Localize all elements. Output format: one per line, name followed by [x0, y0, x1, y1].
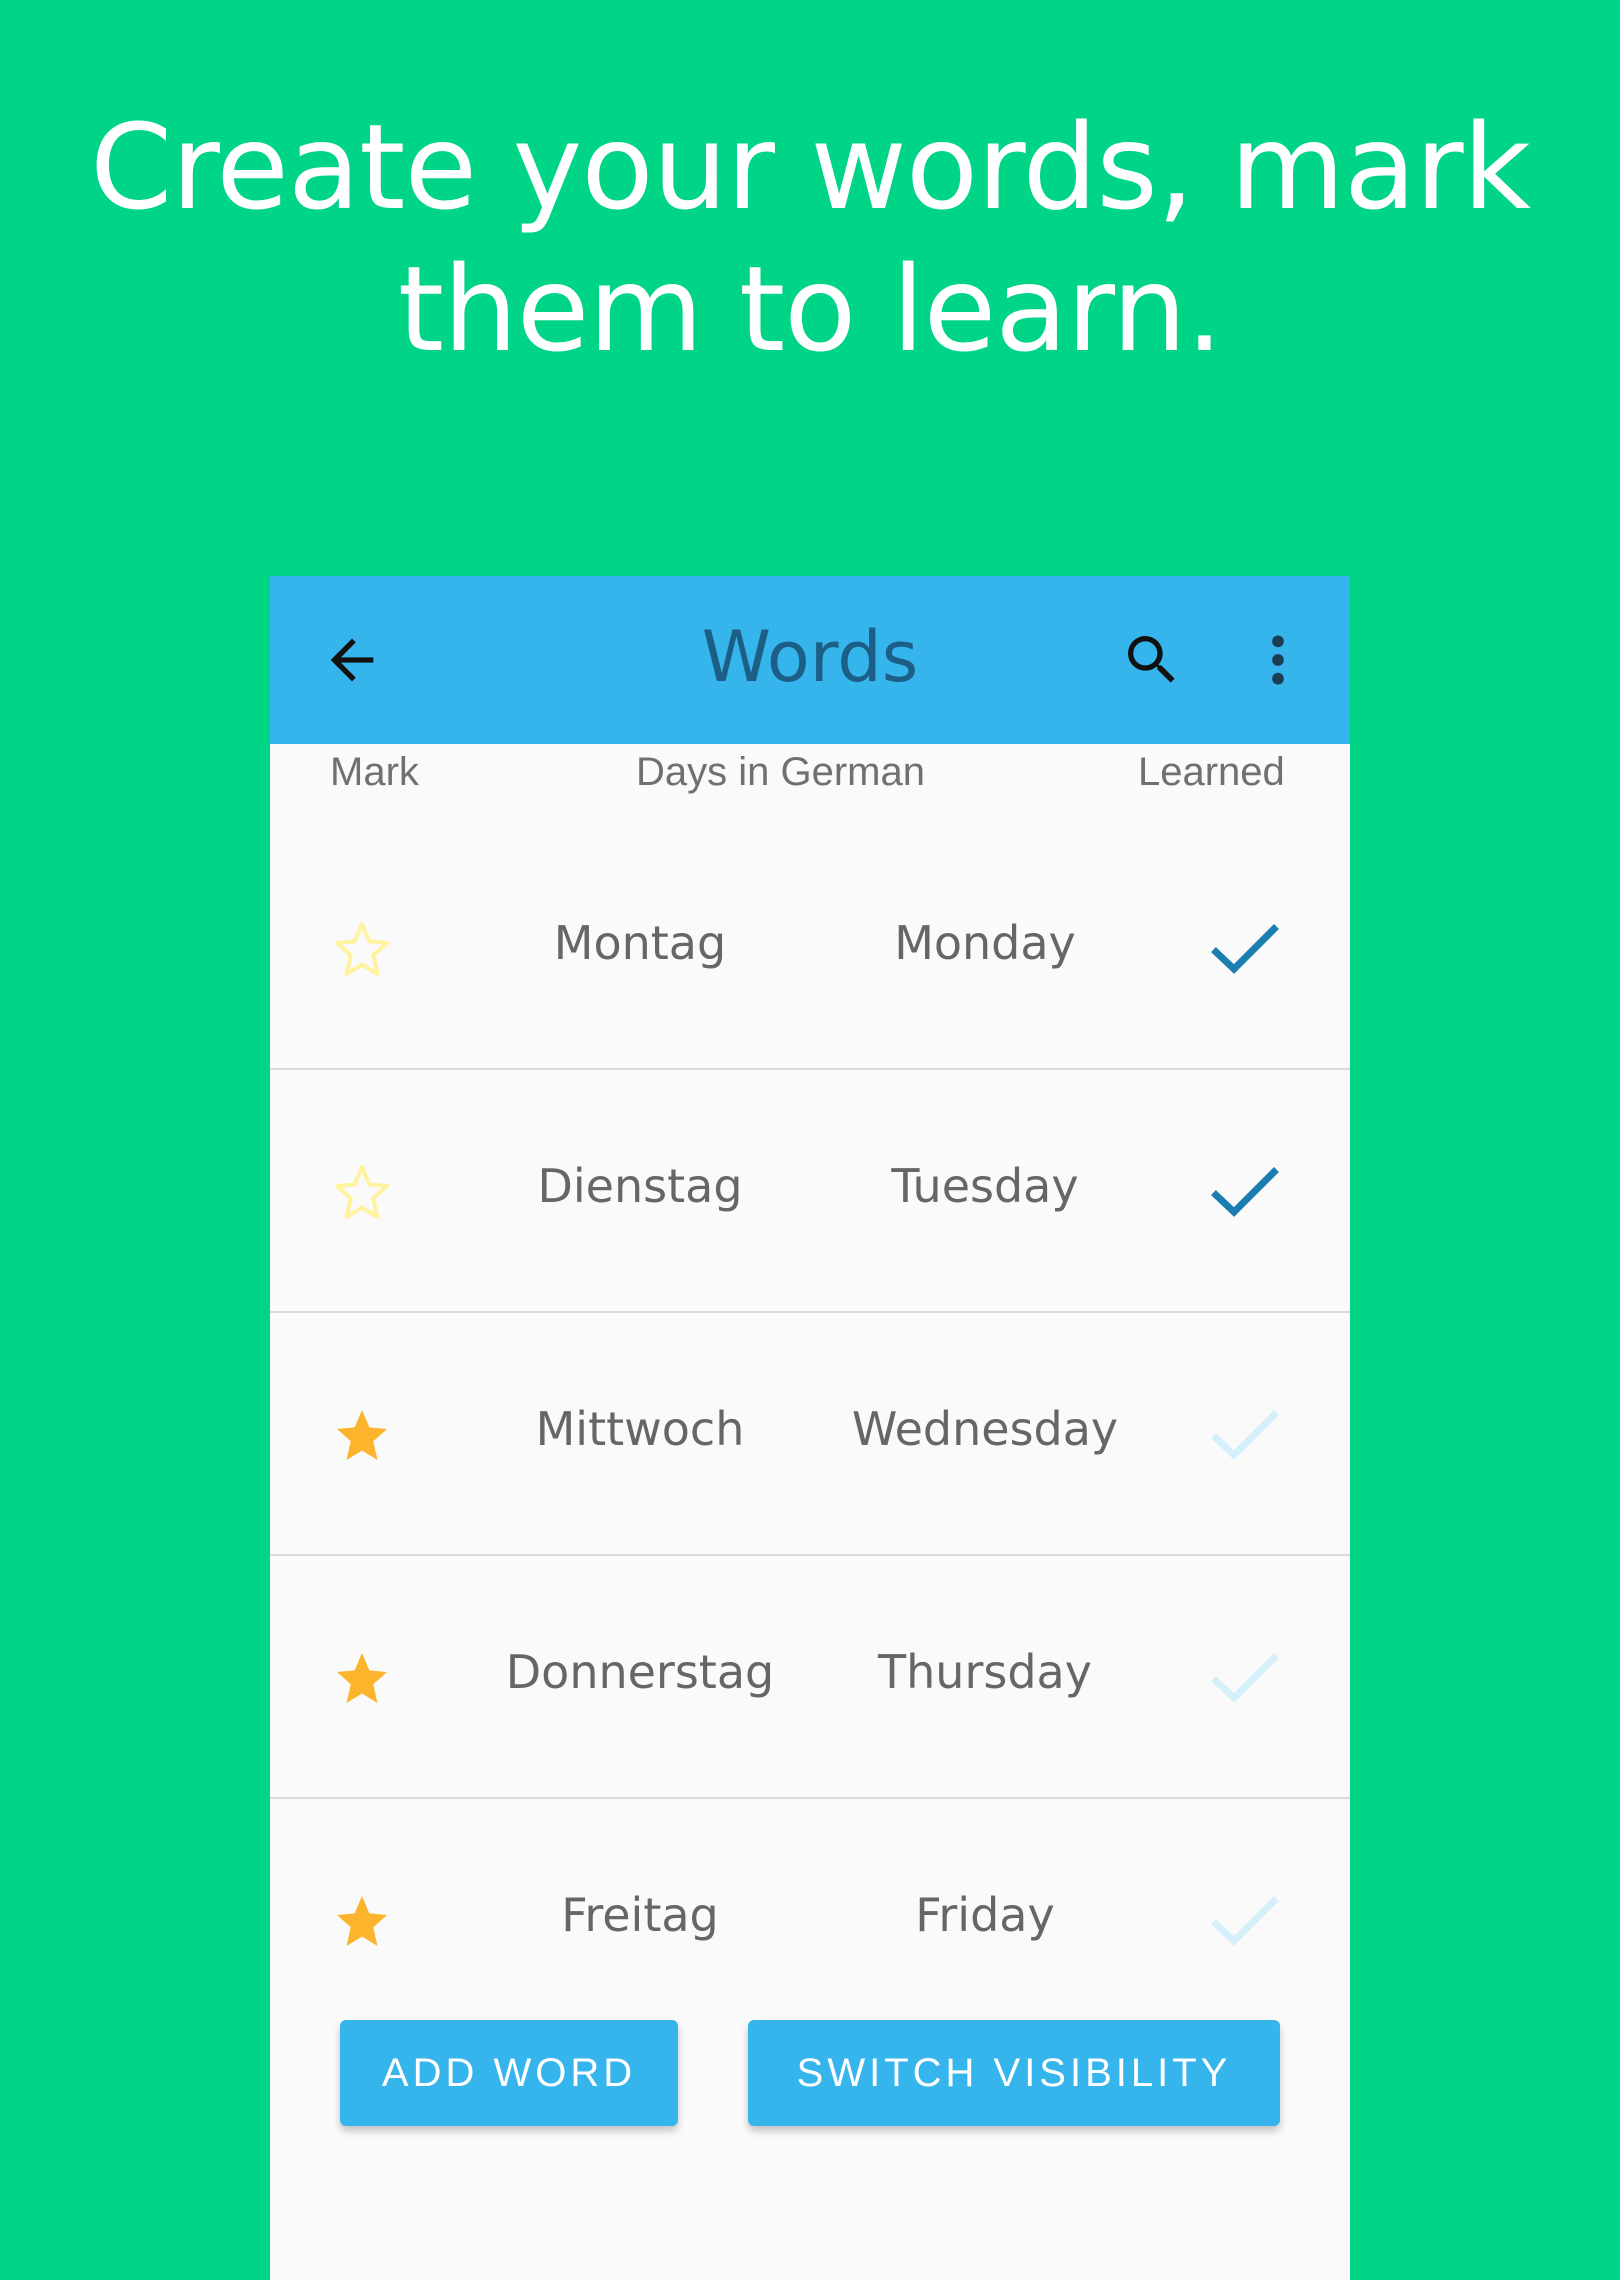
english-word: Monday	[894, 916, 1076, 970]
list-item[interactable]: Donnerstag Thursday	[270, 1555, 1350, 1799]
german-word: Dienstag	[537, 1159, 743, 1213]
german-word: Donnerstag	[505, 1645, 775, 1699]
app-bar: Words	[270, 576, 1350, 744]
app-screen: Words Mark Days in German Learned Montag…	[270, 576, 1350, 2280]
english-word: Thursday	[878, 1645, 1092, 1699]
german-word: Mittwoch	[535, 1402, 745, 1456]
checkmark-icon[interactable]	[1210, 1165, 1280, 1219]
column-header-list-name: Days in German	[636, 750, 925, 794]
star-outline-icon[interactable]	[332, 1162, 392, 1222]
page-title: Words	[701, 616, 919, 698]
german-word: Freitag	[561, 1888, 719, 1942]
list-item[interactable]: Dienstag Tuesday	[270, 1069, 1350, 1313]
star-filled-icon[interactable]	[332, 1405, 392, 1465]
checkmark-icon[interactable]	[1210, 922, 1280, 976]
column-header-mark: Mark	[330, 750, 419, 794]
checkmark-icon[interactable]	[1210, 1651, 1280, 1705]
english-word: Tuesday	[891, 1159, 1079, 1213]
english-word: Wednesday	[851, 1402, 1119, 1456]
star-outline-icon[interactable]	[332, 919, 392, 979]
headline-line-2: them to learn.	[397, 240, 1224, 378]
column-header-learned: Learned	[1138, 750, 1285, 794]
more-vertical-icon[interactable]	[1260, 628, 1296, 692]
list-item[interactable]: Montag Monday	[270, 826, 1350, 1070]
checkmark-icon[interactable]	[1210, 1894, 1280, 1948]
add-word-button[interactable]: ADD WORD	[340, 2020, 678, 2126]
headline: Create your words, mark them to learn.	[0, 96, 1620, 380]
switch-visibility-button[interactable]: SWITCH VISIBILITY	[748, 2020, 1280, 2126]
german-word: Montag	[553, 916, 727, 970]
search-icon[interactable]	[1120, 628, 1184, 692]
checkmark-icon[interactable]	[1210, 1408, 1280, 1462]
headline-line-1: Create your words, mark	[89, 98, 1531, 236]
star-filled-icon[interactable]	[332, 1891, 392, 1951]
star-filled-icon[interactable]	[332, 1648, 392, 1708]
english-word: Friday	[915, 1888, 1055, 1942]
list-item[interactable]: Mittwoch Wednesday	[270, 1312, 1350, 1556]
list-item[interactable]: Freitag Friday	[270, 1798, 1350, 2040]
